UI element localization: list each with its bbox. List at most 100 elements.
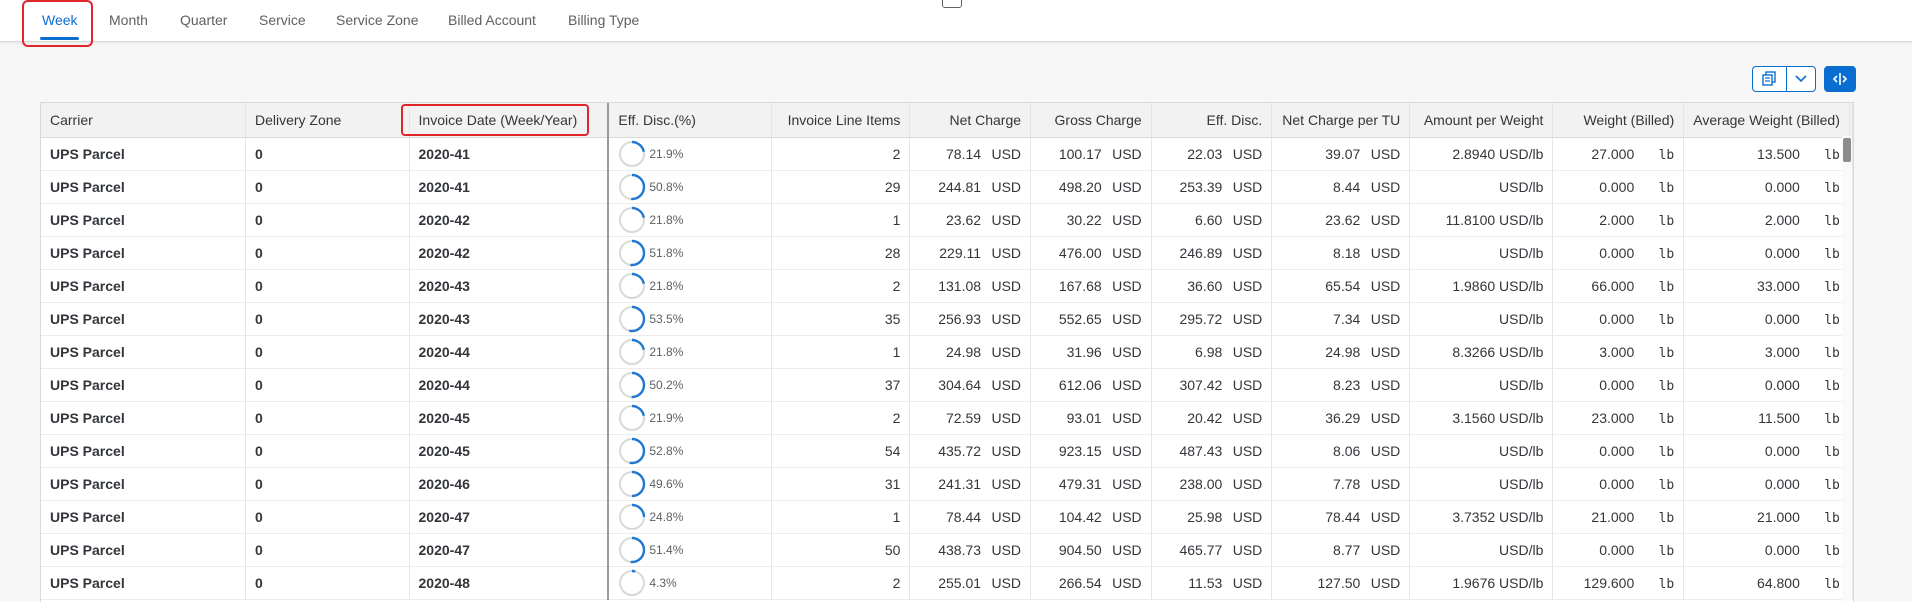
column-header-net-charge-per-tu[interactable]: Net Charge per TU <box>1271 103 1411 138</box>
currency-label: USD <box>1370 212 1401 228</box>
eff-disc-pct-value: 52.8% <box>649 444 684 458</box>
table-row[interactable]: UPS Parcel 0 2020-41 21.9% 2 78.14 USD 100.17 US… <box>41 137 1853 171</box>
radial-progress-icon <box>619 140 646 168</box>
tab-billing-type[interactable]: Billing Type <box>568 0 639 41</box>
cell-gross-charge: 904.50 USD <box>1030 533 1152 567</box>
cell-weight-billed: 0.000 lb <box>1552 170 1685 204</box>
table-row[interactable]: UPS Parcel 0 2020-43 53.5% 35 256.93 USD 552.65… <box>41 302 1853 336</box>
collapse-handle-icon[interactable] <box>942 0 962 8</box>
cell-delivery-zone: 0 <box>245 566 410 600</box>
cell-eff-disc: 22.03 USD <box>1151 137 1273 171</box>
radial-progress-icon <box>619 206 646 234</box>
cell-net-charge-per-tu: 39.07 USD <box>1271 137 1411 171</box>
table-row[interactable]: UPS Parcel 0 2020-44 21.8% 1 24.98 USD 31.96 USD… <box>41 335 1853 369</box>
table-row[interactable]: UPS Parcel 0 2020-45 52.8% 54 435.72 USD 923.15… <box>41 434 1853 468</box>
column-header-invoice-line-items[interactable]: Invoice Line Items <box>771 103 911 138</box>
currency-label: USD <box>1112 542 1142 558</box>
column-header-eff-disc-pct[interactable]: Eff. Disc.(%) <box>608 103 773 138</box>
radial-progress-icon <box>619 437 646 465</box>
table-row[interactable]: UPS Parcel 0 2020-48 4.3% 2 255.01 USD 266.54 US… <box>41 566 1853 600</box>
column-resize-icon <box>1832 73 1848 85</box>
cell-eff-disc-pct: 50.8% <box>608 170 773 204</box>
cell-eff-disc-pct: 49.6% <box>608 467 773 501</box>
table-row[interactable]: UPS Parcel 0 2020-43 21.8% 2 131.08 USD 167.68 U… <box>41 269 1853 303</box>
weight-billed-value: 0.000 <box>1599 541 1635 558</box>
column-header-average-weight-billed[interactable]: Average Weight (Billed) <box>1683 103 1850 138</box>
column-header-amount-per-weight[interactable]: Amount per Weight <box>1409 103 1554 138</box>
cell-amount-per-weight: USD/lb <box>1409 170 1554 204</box>
weight-billed-value: 0.000 <box>1599 178 1635 195</box>
cell-net-charge: 23.62 USD <box>909 203 1032 237</box>
weight-billed-value: 27.000 <box>1591 145 1635 162</box>
table-row[interactable]: UPS Parcel 0 2020-42 21.8% 1 23.62 USD 30.22 USD… <box>41 203 1853 237</box>
cell-gross-charge: 498.20 USD <box>1030 170 1152 204</box>
currency-label: USD <box>1370 377 1401 393</box>
tab-quarter[interactable]: Quarter <box>180 0 227 41</box>
cell-invoice-line-items: 1 <box>771 335 911 369</box>
radial-progress-icon <box>619 503 646 531</box>
weight-unit-label: lb <box>1658 180 1675 196</box>
per-weight-unit-label: USD/lb <box>1499 146 1544 162</box>
weight-unit-label: lb <box>1658 378 1675 394</box>
table-row[interactable]: UPS Parcel 0 2020-47 24.8% 1 78.44 USD 104.42 US… <box>41 500 1853 534</box>
currency-label: USD <box>991 179 1022 195</box>
cell-weight-billed: 129.600 lb <box>1552 566 1685 600</box>
cell-carrier: UPS Parcel <box>41 434 246 468</box>
tab-service-zone[interactable]: Service Zone <box>336 0 418 41</box>
column-header-weight-billed[interactable]: Weight (Billed) <box>1552 103 1685 138</box>
table-row[interactable]: UPS Parcel 0 2020-45 21.9% 2 72.59 USD 93.01 USD… <box>41 401 1853 435</box>
cell-eff-disc: 487.43 USD <box>1151 434 1273 468</box>
currency-label: USD <box>1370 575 1401 591</box>
radial-progress-icon <box>619 569 646 597</box>
cell-gross-charge: 479.31 USD <box>1030 467 1152 501</box>
cell-eff-disc: 20.42 USD <box>1151 401 1273 435</box>
cell-delivery-zone: 0 <box>245 236 410 270</box>
weight-unit-label: lb <box>1824 543 1840 559</box>
cell-net-charge-per-tu: 78.44 USD <box>1271 500 1411 534</box>
cell-average-weight-billed: 0.000 lb <box>1683 302 1850 336</box>
cell-weight-billed: 23.000 lb <box>1552 401 1685 435</box>
cell-net-charge-per-tu: 7.78 USD <box>1271 467 1411 501</box>
column-header-delivery-zone[interactable]: Delivery Zone <box>245 103 410 138</box>
net-charge-per-tu-value: 127.50 <box>1317 575 1361 591</box>
weight-billed-value: 2.000 <box>1599 211 1635 228</box>
cell-weight-billed: 0.000 lb <box>1552 434 1685 468</box>
column-header-net-charge[interactable]: Net Charge <box>909 103 1032 138</box>
cell-carrier: UPS Parcel <box>41 170 246 204</box>
table-row[interactable]: UPS Parcel 0 2020-44 50.2% 37 304.64 USD 612.06… <box>41 368 1853 402</box>
net-charge-value: 72.59 <box>946 410 982 426</box>
cell-amount-per-weight: 2.8940 USD/lb <box>1409 137 1554 171</box>
net-charge-value: 78.14 <box>946 146 982 162</box>
table-row[interactable]: UPS Parcel 0 2020-46 49.6% 31 241.31 USD 479.31… <box>41 467 1853 501</box>
column-resize-button[interactable] <box>1824 66 1856 92</box>
currency-label: USD <box>1370 410 1401 426</box>
currency-label: USD <box>1232 278 1263 294</box>
tab-service[interactable]: Service <box>259 0 306 41</box>
currency-label: USD <box>991 443 1022 459</box>
cell-net-charge-per-tu: 8.23 USD <box>1271 368 1411 402</box>
cell-invoice-line-items: 1 <box>771 203 911 237</box>
currency-label: USD <box>1112 311 1142 327</box>
tab-month[interactable]: Month <box>109 0 148 41</box>
cell-net-charge-per-tu: 23.62 USD <box>1271 203 1411 237</box>
cell-weight-billed: 0.000 lb <box>1552 368 1685 402</box>
column-header-eff-disc[interactable]: Eff. Disc. <box>1151 103 1273 138</box>
copy-button[interactable] <box>1752 66 1786 92</box>
eff-disc-pct-value: 24.8% <box>649 510 684 524</box>
table-row[interactable]: UPS Parcel 0 2020-41 50.8% 29 244.81 USD 498.20… <box>41 170 1853 204</box>
tab-billed-account[interactable]: Billed Account <box>448 0 536 41</box>
vertical-scrollbar[interactable] <box>1842 136 1852 601</box>
column-header-invoice-date[interactable]: Invoice Date (Week/Year) <box>409 103 610 138</box>
cell-invoice-date: 2020-45 <box>409 434 610 468</box>
table-row[interactable]: UPS Parcel 0 2020-47 51.4% 50 438.73 USD 904.50… <box>41 533 1853 567</box>
table-row[interactable]: UPS Parcel 0 2020-42 51.8% 28 229.11 USD 476.00… <box>41 236 1853 270</box>
column-header-weight-truncated[interactable]: We <box>1849 103 1853 138</box>
cell-carrier: UPS Parcel <box>41 533 246 567</box>
copy-options-dropdown[interactable] <box>1786 66 1816 92</box>
cell-gross-charge: 552.65 USD <box>1030 302 1152 336</box>
weight-unit-label: lb <box>1824 147 1840 163</box>
column-header-carrier[interactable]: Carrier <box>41 103 246 138</box>
column-header-gross-charge[interactable]: Gross Charge <box>1030 103 1152 138</box>
eff-disc-value: 295.72 <box>1179 311 1223 327</box>
scrollbar-thumb[interactable] <box>1843 138 1851 162</box>
